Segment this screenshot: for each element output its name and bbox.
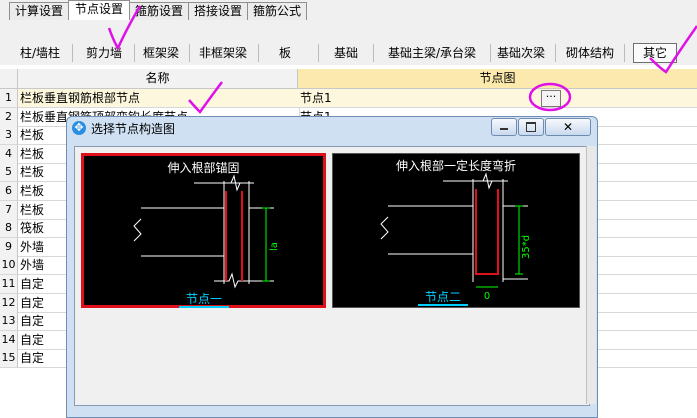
annotation-overlay [107, 5, 697, 114]
